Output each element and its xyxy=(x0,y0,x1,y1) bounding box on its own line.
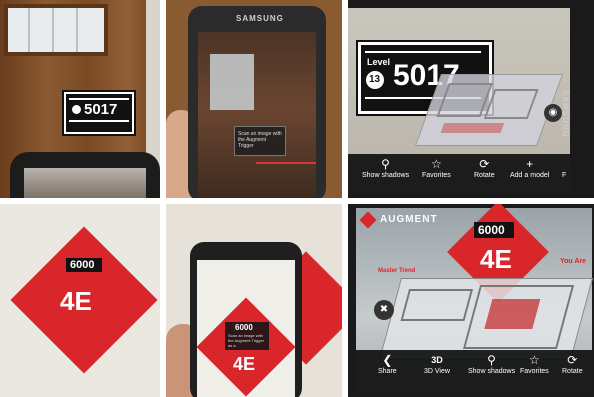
ar-code: 4E xyxy=(480,244,512,274)
ar-3d-model xyxy=(414,74,564,146)
rotate-label: Rotate xyxy=(474,172,495,179)
ar-screen-2: AUGMENT 6000 4E Master Trend You Are ✖ ❮… xyxy=(356,204,593,392)
red-scan-line xyxy=(256,162,316,164)
rotate-label-2: Rotate xyxy=(562,368,583,375)
add-model-button[interactable]: + Add a model xyxy=(510,158,549,179)
plus-icon: + xyxy=(526,157,534,171)
panel-phone-diamond: 6000 Scan an image with the Augment Trig… xyxy=(166,204,342,397)
scan-box: Scan an image with the Augment Trigger xyxy=(234,126,286,156)
show-shadows-label: Show shadows xyxy=(362,172,410,179)
ar-top-number: 6000 xyxy=(478,223,505,237)
rotate-icon: ⟳ xyxy=(479,157,490,171)
phone-bottom xyxy=(10,152,160,198)
scanned-code: 4E xyxy=(233,354,256,374)
camera-feed: Scan an image with the Augment Trigger xyxy=(198,32,316,198)
share-button[interactable]: ❮ Share xyxy=(378,354,397,375)
show-shadows-button-2[interactable]: ⚲ Show shadows xyxy=(468,354,515,375)
scan-box-2: 6000 Scan an image with the Augment Trig… xyxy=(225,322,269,350)
favorites-label: Favorites xyxy=(422,172,451,179)
phone-brand-vertical: SAMSUNG xyxy=(561,90,570,138)
panel-ar-floor: AUGMENT 6000 4E Master Trend You Are ✖ ❮… xyxy=(348,204,594,397)
share-icon: ❮ xyxy=(382,353,393,367)
camera-icon[interactable]: ◉ xyxy=(544,104,562,122)
show-shadows-button[interactable]: ⚲ Show shadows xyxy=(362,158,409,179)
rotate-button-2[interactable]: ⟳ Rotate xyxy=(562,354,583,375)
feed-window xyxy=(210,54,254,110)
search-icon: ⚲ xyxy=(487,353,496,367)
floor-plan-model xyxy=(379,278,593,360)
view-3d-button[interactable]: 3D 3D View xyxy=(424,354,450,375)
door-window xyxy=(4,4,108,56)
favorites-button-2[interactable]: ☆ Favorites xyxy=(520,354,549,375)
camera-feed-2: 6000 Scan an image with the Augment Trig… xyxy=(196,260,296,397)
diamond-code: 4E xyxy=(60,286,92,316)
level-label: Level xyxy=(367,57,391,67)
ar-toolbar: ⚲ Show shadows ☆ Favorites ⟳ Rotate + Ad… xyxy=(348,154,570,194)
favorites-button[interactable]: ☆ Favorites xyxy=(422,158,451,179)
star-icon: ☆ xyxy=(529,353,540,367)
view-3d-icon: 3D xyxy=(431,355,443,365)
map-label-left: Master Trend xyxy=(378,268,416,274)
rotate-icon: ⟳ xyxy=(567,353,578,367)
scan-number: 6000 xyxy=(235,323,253,332)
star-icon: ☆ xyxy=(431,157,442,171)
app-name: AUGMENT xyxy=(380,214,438,225)
panel-ar-sign: Level 13 5017 ◉ SAMSUNG ⚲ Show shadows ☆… xyxy=(348,0,594,198)
more-label: F xyxy=(562,172,567,179)
search-icon: ⚲ xyxy=(381,157,390,171)
top-number: 6000 xyxy=(70,259,95,271)
phone-body: SAMSUNG Scan an image with the Augment T… xyxy=(188,6,326,198)
scan-text-2: Scan an image with the Augment Trigger a… xyxy=(228,333,265,348)
level-badge-icon xyxy=(72,105,81,114)
room-sign: 5017 xyxy=(64,92,134,134)
ar-toolbar-2: ❮ Share 3D 3D View ⚲ Show shadows ☆ Favo… xyxy=(356,350,592,392)
phone-brand: SAMSUNG xyxy=(236,14,284,23)
map-label-right: You Are xyxy=(560,258,587,265)
scan-text: Scan an image with the Augment Trigger xyxy=(238,131,282,149)
share-label: Share xyxy=(378,368,397,375)
ar-top-number-box: 6000 xyxy=(474,222,514,238)
top-number-box: 6000 xyxy=(66,258,102,272)
add-model-label: Add a model xyxy=(510,172,550,179)
rotate-button[interactable]: ⟳ Rotate xyxy=(474,158,495,179)
sign-number: 5017 xyxy=(84,101,118,118)
panel-door-sign: 5017 xyxy=(0,0,160,198)
more-button[interactable]: F xyxy=(562,172,566,179)
collapse-button[interactable]: ✖ xyxy=(374,300,394,320)
augment-logo-icon xyxy=(359,211,377,229)
panel-phone-door: SAMSUNG Scan an image with the Augment T… xyxy=(166,0,342,198)
favorites-label-2: Favorites xyxy=(520,368,549,375)
level-number: 13 xyxy=(369,74,381,85)
view-3d-label: 3D View xyxy=(424,368,450,375)
phone-body-2: 6000 Scan an image with the Augment Trig… xyxy=(190,242,302,397)
show-shadows-label-2: Show shadows xyxy=(468,368,516,375)
panel-diamond-sign: 6000 4E xyxy=(0,204,160,397)
